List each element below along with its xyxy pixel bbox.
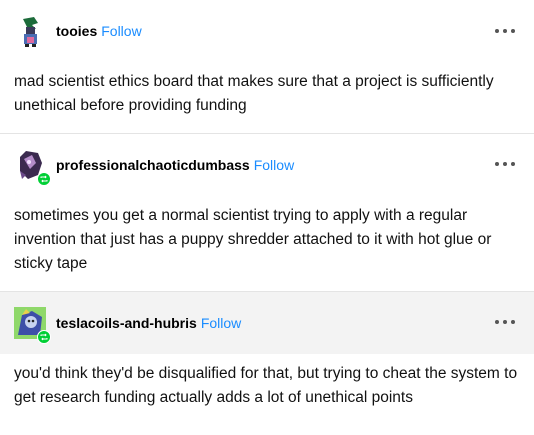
- post-header: professionalchaoticdumbass Follow: [0, 134, 534, 196]
- avatar-image: [14, 15, 46, 47]
- follow-button[interactable]: Follow: [254, 157, 294, 173]
- username[interactable]: teslacoils-and-hubris: [56, 315, 197, 331]
- avatar[interactable]: [14, 15, 46, 47]
- avatar[interactable]: [14, 307, 51, 344]
- reblog-badge-icon: [37, 330, 51, 344]
- reblog-badge-icon: [37, 172, 51, 186]
- avatar[interactable]: [14, 149, 51, 186]
- more-options-icon[interactable]: [495, 154, 515, 174]
- post-header: tooies Follow: [0, 0, 534, 62]
- more-options-icon[interactable]: [495, 21, 515, 41]
- username[interactable]: professionalchaoticdumbass: [56, 157, 250, 173]
- post-text: sometimes you get a normal scientist try…: [14, 207, 492, 272]
- post-header: teslacoils-and-hubris Follow: [0, 292, 534, 354]
- username[interactable]: tooies: [56, 23, 97, 39]
- follow-button[interactable]: Follow: [201, 315, 241, 331]
- more-options-icon[interactable]: [495, 312, 515, 332]
- post-text: you'd think they'd be disqualified for t…: [14, 365, 518, 406]
- follow-button[interactable]: Follow: [101, 23, 141, 39]
- post-text: mad scientist ethics board that makes su…: [14, 73, 494, 114]
